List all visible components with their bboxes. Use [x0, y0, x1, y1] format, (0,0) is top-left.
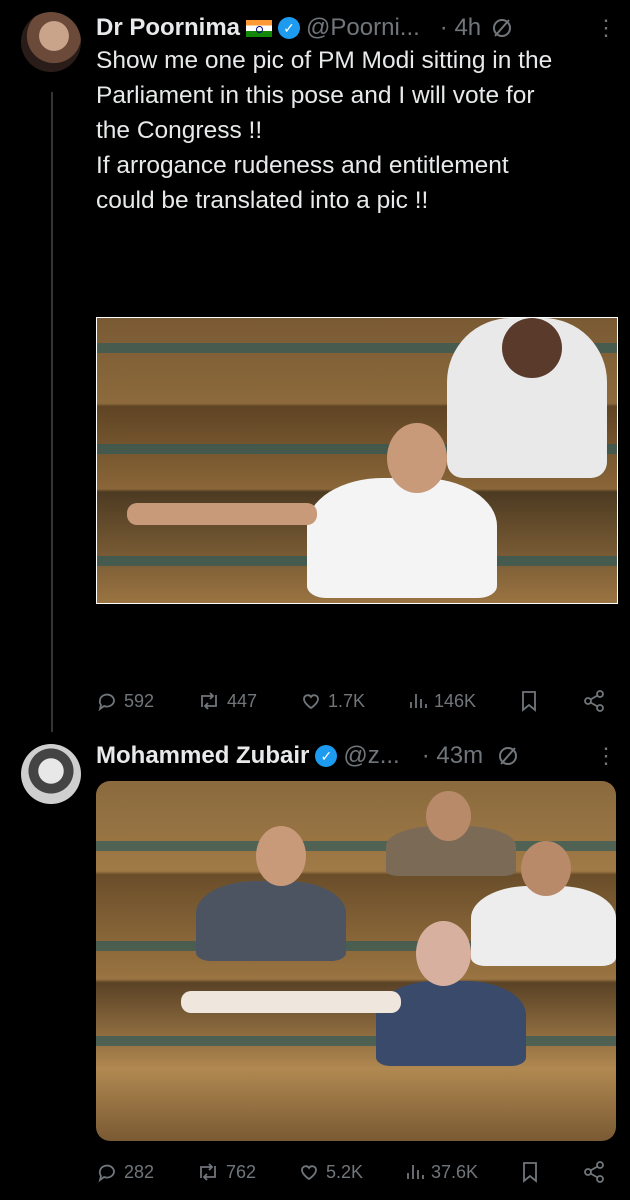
- share-icon[interactable]: [582, 689, 606, 713]
- analytics-icon: [408, 690, 428, 712]
- grok-icon[interactable]: [491, 17, 513, 39]
- reply-icon: [96, 690, 118, 712]
- timestamp[interactable]: · 4h: [440, 14, 481, 42]
- retweet-count: 447: [227, 690, 258, 711]
- view-count: 37.6K: [430, 1161, 479, 1182]
- verified-badge-icon: ✓: [278, 17, 301, 39]
- like-button[interactable]: 5.2K: [298, 1161, 363, 1183]
- retweet-count: 762: [226, 1161, 257, 1182]
- reply-count: 592: [124, 690, 155, 711]
- bookmark-icon[interactable]: [520, 1160, 540, 1184]
- grok-icon[interactable]: [497, 745, 519, 767]
- retweet-button[interactable]: 447: [197, 690, 257, 712]
- timestamp[interactable]: · 43m: [422, 742, 483, 770]
- tweet-text: Show me one pic of PM Modi sitting in th…: [96, 47, 553, 214]
- heart-icon: [300, 690, 322, 712]
- retweet-button[interactable]: 762: [196, 1161, 256, 1183]
- verified-badge-icon: ✓: [315, 745, 338, 767]
- tweet-actions: 592 447 1.7K 146K: [96, 686, 606, 716]
- views-button[interactable]: 37.6K: [405, 1161, 478, 1183]
- reply-icon: [96, 1161, 118, 1183]
- view-count: 146K: [433, 690, 477, 711]
- india-flag-icon: [246, 19, 273, 37]
- reply-button[interactable]: 592: [96, 690, 154, 712]
- share-icon[interactable]: [582, 1160, 606, 1184]
- tweet-actions: 282 762 5.2K 37.6K: [96, 1157, 606, 1187]
- retweet-icon: [197, 690, 221, 712]
- tweet-image[interactable]: [96, 781, 616, 1141]
- like-count: 1.7K: [328, 690, 366, 711]
- bookmark-icon[interactable]: [519, 689, 539, 713]
- views-button[interactable]: 146K: [408, 690, 476, 712]
- tweet-header: Mohammed Zubair ✓ @z... · 43m ⋮: [96, 742, 617, 770]
- more-options-icon[interactable]: ⋮: [595, 743, 617, 769]
- analytics-icon: [405, 1161, 425, 1183]
- author-name[interactable]: Dr Poornima: [96, 14, 240, 42]
- avatar[interactable]: [21, 12, 81, 72]
- author-name[interactable]: Mohammed Zubair: [96, 742, 309, 770]
- tweet-image[interactable]: [96, 317, 618, 604]
- thread-line: [51, 92, 53, 732]
- like-count: 5.2K: [326, 1161, 364, 1182]
- tweet-header: Dr Poornima ✓ @Poorni... · 4h ⋮: [96, 14, 617, 42]
- reply-count: 282: [124, 1161, 155, 1182]
- heart-icon: [298, 1161, 320, 1183]
- like-button[interactable]: 1.7K: [300, 690, 365, 712]
- more-options-icon[interactable]: ⋮: [595, 15, 617, 41]
- reply-button[interactable]: 282: [96, 1161, 154, 1183]
- author-handle[interactable]: @z...: [343, 742, 399, 770]
- avatar[interactable]: [21, 744, 81, 804]
- author-handle[interactable]: @Poorni...: [306, 14, 420, 42]
- retweet-icon: [196, 1161, 220, 1183]
